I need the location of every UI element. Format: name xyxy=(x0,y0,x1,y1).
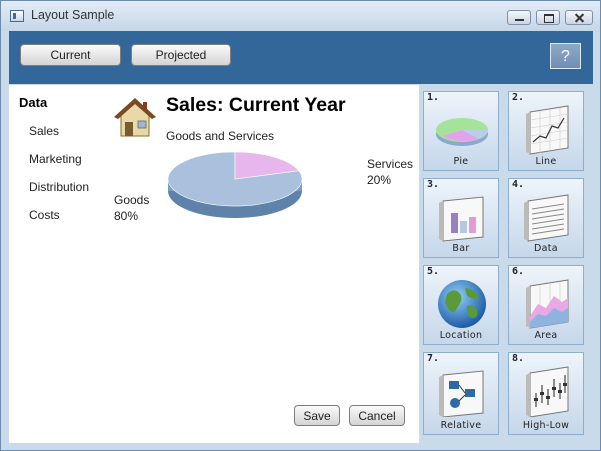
goods-name: Goods xyxy=(114,193,150,207)
data-sheet-icon xyxy=(524,194,569,242)
sidebar-item-sales[interactable]: Sales xyxy=(29,124,59,138)
tile-relative[interactable]: 7. Relative xyxy=(423,352,499,435)
minimize-button[interactable] xyxy=(507,10,531,25)
tile-high-low[interactable]: 8. High-Low xyxy=(508,352,584,435)
save-button[interactable]: Save xyxy=(294,405,340,426)
help-button[interactable]: ? xyxy=(550,43,581,69)
flowchart-icon xyxy=(439,370,484,417)
tile-label: Line xyxy=(535,156,557,167)
tile-label: Relative xyxy=(440,420,482,431)
projected-button[interactable]: Projected xyxy=(131,44,231,66)
bar-chart-icon xyxy=(439,196,484,242)
tile-pie[interactable]: 1. Pie xyxy=(423,91,499,171)
goods-value: 80% xyxy=(114,209,139,223)
app-icon xyxy=(10,10,24,22)
house-icon xyxy=(114,98,156,137)
tile-bar[interactable]: 3. Bar xyxy=(423,178,499,258)
globe-icon xyxy=(438,280,486,328)
page-title: Sales: Current Year xyxy=(166,94,346,116)
tile-location[interactable]: 5. Location xyxy=(423,265,499,345)
main-content: Data Sales Marketing Distribution Costs … xyxy=(9,85,419,443)
tile-label: Location xyxy=(439,330,483,341)
sidebar-item-marketing[interactable]: Marketing xyxy=(29,152,82,166)
maximize-button[interactable] xyxy=(536,10,560,25)
tile-label: Pie xyxy=(453,156,469,167)
tile-area[interactable]: 6. Area xyxy=(508,265,584,345)
high-low-chart-icon xyxy=(526,366,569,417)
services-label: Services 20% xyxy=(367,156,413,188)
current-button[interactable]: Current xyxy=(20,44,121,66)
app-window: Layout Sample Current Projected ? Data S… xyxy=(0,0,601,451)
tile-label: Data xyxy=(534,243,558,254)
top-toolbar: Current Projected ? xyxy=(9,31,593,84)
window-title: Layout Sample xyxy=(31,8,115,22)
title-bar: Layout Sample xyxy=(1,1,600,31)
services-value: 20% xyxy=(367,173,392,187)
cancel-button[interactable]: Cancel xyxy=(349,405,405,426)
sidebar-item-costs[interactable]: Costs xyxy=(29,208,60,222)
services-name: Services xyxy=(367,157,414,171)
sidebar-item-distribution[interactable]: Distribution xyxy=(29,180,89,194)
tile-label: High-Low xyxy=(522,420,570,431)
pie-chart-icon xyxy=(436,118,488,146)
close-button[interactable] xyxy=(565,10,593,25)
pie-chart xyxy=(167,151,303,218)
tile-label: Area xyxy=(534,330,558,341)
goods-label: Goods 80% xyxy=(114,192,149,224)
chart-subtitle: Goods and Services xyxy=(166,129,275,143)
tile-label: Bar xyxy=(452,243,470,254)
tile-data[interactable]: 4. Data xyxy=(508,178,584,258)
line-chart-icon xyxy=(526,105,569,155)
data-heading: Data xyxy=(19,95,48,110)
tile-line[interactable]: 2. Line xyxy=(508,91,584,171)
area-chart-icon xyxy=(526,279,569,329)
